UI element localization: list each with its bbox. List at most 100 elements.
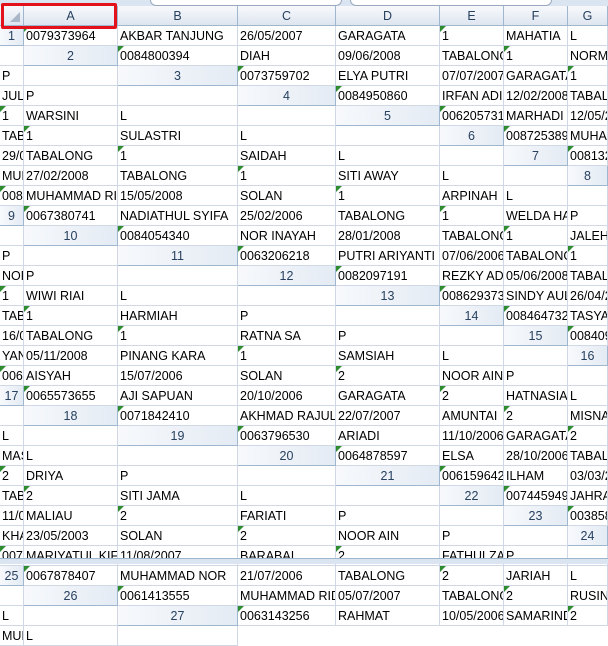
table-cell-a[interactable]: 0067380741 — [24, 206, 118, 226]
table-cell-e[interactable]: 1 — [0, 286, 24, 306]
column-header-d[interactable]: D — [336, 6, 440, 26]
table-cell-c[interactable]: 10/05/2006 — [440, 606, 504, 626]
table-cell-f[interactable]: JALEHA — [568, 226, 608, 246]
table-cell-f[interactable]: HATNASIA — [504, 386, 568, 406]
table-cell-h[interactable] — [0, 406, 24, 426]
row-header[interactable]: 19 — [118, 426, 238, 446]
row-header[interactable]: 3 — [118, 66, 238, 86]
table-cell-g[interactable]: P — [118, 466, 238, 486]
table-cell-g[interactable]: L — [440, 166, 504, 186]
table-cell-b[interactable]: MUHAMMAD RIDA — [24, 186, 118, 206]
table-cell-g[interactable]: P — [0, 246, 24, 266]
table-cell-c[interactable]: 27/02/2008 — [24, 166, 118, 186]
table-cell-a[interactable]: 0084094743 — [568, 326, 608, 346]
table-cell-a[interactable]: 0061413555 — [118, 586, 238, 606]
table-cell-b[interactable]: MARHADI — [504, 106, 568, 126]
table-cell-f[interactable]: NOOR AIN — [440, 366, 504, 386]
table-cell-d[interactable]: TABALONG — [568, 86, 608, 106]
table-cell-b[interactable]: DIAH — [238, 46, 336, 66]
table-cell-c[interactable]: 23/05/2003 — [24, 526, 118, 546]
table-cell-e[interactable]: 1 — [238, 166, 336, 186]
table-cell-g[interactable]: P — [504, 366, 568, 386]
table-cell-d[interactable]: SOLAN — [238, 366, 336, 386]
table-cell-a[interactable]: 0082097191 — [336, 266, 440, 286]
column-header-c[interactable]: C — [238, 6, 336, 26]
table-cell-g[interactable]: P — [440, 526, 504, 546]
table-cell-d[interactable]: TABALONG — [440, 46, 504, 66]
table-cell-c[interactable]: 16/01/2008 — [0, 326, 24, 346]
table-cell-f[interactable]: NORMAIA — [568, 46, 608, 66]
table-cell-f[interactable]: SAIDAH — [238, 146, 336, 166]
table-cell-e[interactable]: 2 — [238, 526, 336, 546]
table-cell-c[interactable]: 28/10/2006 — [504, 446, 568, 466]
table-cell-e[interactable]: 1 — [568, 66, 608, 86]
table-cell-b[interactable]: ELYA PUTRI — [336, 66, 440, 86]
table-cell-b[interactable]: MUHAMMAD NOR — [118, 566, 238, 586]
table-cell-d[interactable]: TABALONG — [336, 566, 440, 586]
table-cell-e[interactable]: 1 — [504, 226, 568, 246]
table-cell-b[interactable]: ELSA — [440, 446, 504, 466]
table-cell-c[interactable]: 09/06/2008 — [336, 46, 440, 66]
table-cell-h[interactable] — [336, 306, 440, 326]
table-cell-h[interactable] — [24, 66, 118, 86]
table-cell-a[interactable]: 0081325990 — [568, 146, 608, 166]
table-cell-d[interactable]: PINANG KARA — [118, 346, 238, 366]
table-cell-d[interactable]: TABALONG — [568, 266, 608, 286]
row-header[interactable]: 15 — [504, 326, 568, 346]
select-all-button[interactable] — [0, 6, 24, 26]
table-cell-f[interactable]: WELDA HA — [504, 206, 568, 226]
table-cell-c[interactable]: 11/04/2007 — [0, 506, 24, 526]
row-header[interactable]: 10 — [24, 226, 118, 246]
table-cell-a[interactable]: 0084054340 — [118, 226, 238, 246]
table-cell-d[interactable]: GARAGATA — [504, 66, 568, 86]
table-cell-e[interactable]: 1 — [118, 146, 238, 166]
table-cell-h[interactable] — [238, 286, 336, 306]
table-cell-b[interactable]: YANDI — [0, 346, 24, 366]
row-header[interactable]: 4 — [238, 86, 336, 106]
table-cell-a[interactable]: 0064878597 — [336, 446, 440, 466]
table-cell-c[interactable]: 29/05/2008 — [0, 146, 24, 166]
column-header-e[interactable]: E — [440, 6, 504, 26]
table-cell-c[interactable]: 22/07/2007 — [336, 406, 440, 426]
table-cell-g[interactable]: P — [24, 86, 118, 106]
table-cell-f[interactable]: JARIAH — [504, 566, 568, 586]
table-cell-g[interactable]: L — [24, 446, 118, 466]
table-cell-a[interactable]: 0084800394 — [118, 46, 238, 66]
table-cell-f[interactable]: SULASTRI — [118, 126, 238, 146]
table-cell-h[interactable] — [118, 626, 238, 646]
table-cell-g[interactable]: L — [440, 346, 504, 366]
table-cell-e[interactable]: 2 — [24, 486, 118, 506]
row-header[interactable]: 11 — [118, 246, 238, 266]
table-cell-c[interactable]: 12/05/2006 — [568, 106, 608, 126]
table-cell-f[interactable]: SITI AWAY — [336, 166, 440, 186]
table-cell-h[interactable] — [0, 46, 24, 66]
table-cell-h[interactable] — [0, 226, 24, 246]
table-cell-f[interactable]: MUBNI — [0, 626, 24, 646]
table-cell-e[interactable]: 2 — [504, 406, 568, 426]
table-cell-g[interactable]: L — [238, 486, 336, 506]
table-cell-g[interactable]: L — [118, 286, 238, 306]
table-cell-h[interactable] — [24, 426, 118, 446]
row-header[interactable]: 20 — [238, 446, 336, 466]
table-cell-h[interactable] — [440, 326, 504, 346]
row-header[interactable]: 5 — [336, 106, 440, 126]
table-cell-f[interactable]: NORIYAH — [0, 266, 24, 286]
table-cell-f[interactable]: SITI JAMA — [118, 486, 238, 506]
table-cell-g[interactable]: P — [336, 506, 440, 526]
table-cell-f[interactable]: JULAIHA — [0, 86, 24, 106]
table-cell-b[interactable]: AKHMAD RAJULI — [238, 406, 336, 426]
table-cell-h[interactable] — [238, 106, 336, 126]
row-header[interactable]: 21 — [336, 466, 440, 486]
table-cell-h[interactable] — [504, 526, 568, 546]
table-cell-h[interactable] — [440, 506, 504, 526]
table-cell-b[interactable]: MUHAMMAD RIDH — [238, 586, 336, 606]
table-cell-g[interactable]: L — [238, 126, 336, 146]
table-cell-f[interactable]: SAMSIAH — [336, 346, 440, 366]
table-cell-g[interactable]: P — [238, 306, 336, 326]
table-cell-c[interactable]: 07/06/2006 — [440, 246, 504, 266]
table-cell-a[interactable]: 0067446667 — [0, 366, 24, 386]
table-cell-c[interactable]: 26/04/2008 — [568, 286, 608, 306]
table-cell-d[interactable]: TABALONG — [504, 246, 568, 266]
table-cell-f[interactable]: MASTAN — [0, 446, 24, 466]
table-cell-h[interactable] — [336, 126, 440, 146]
